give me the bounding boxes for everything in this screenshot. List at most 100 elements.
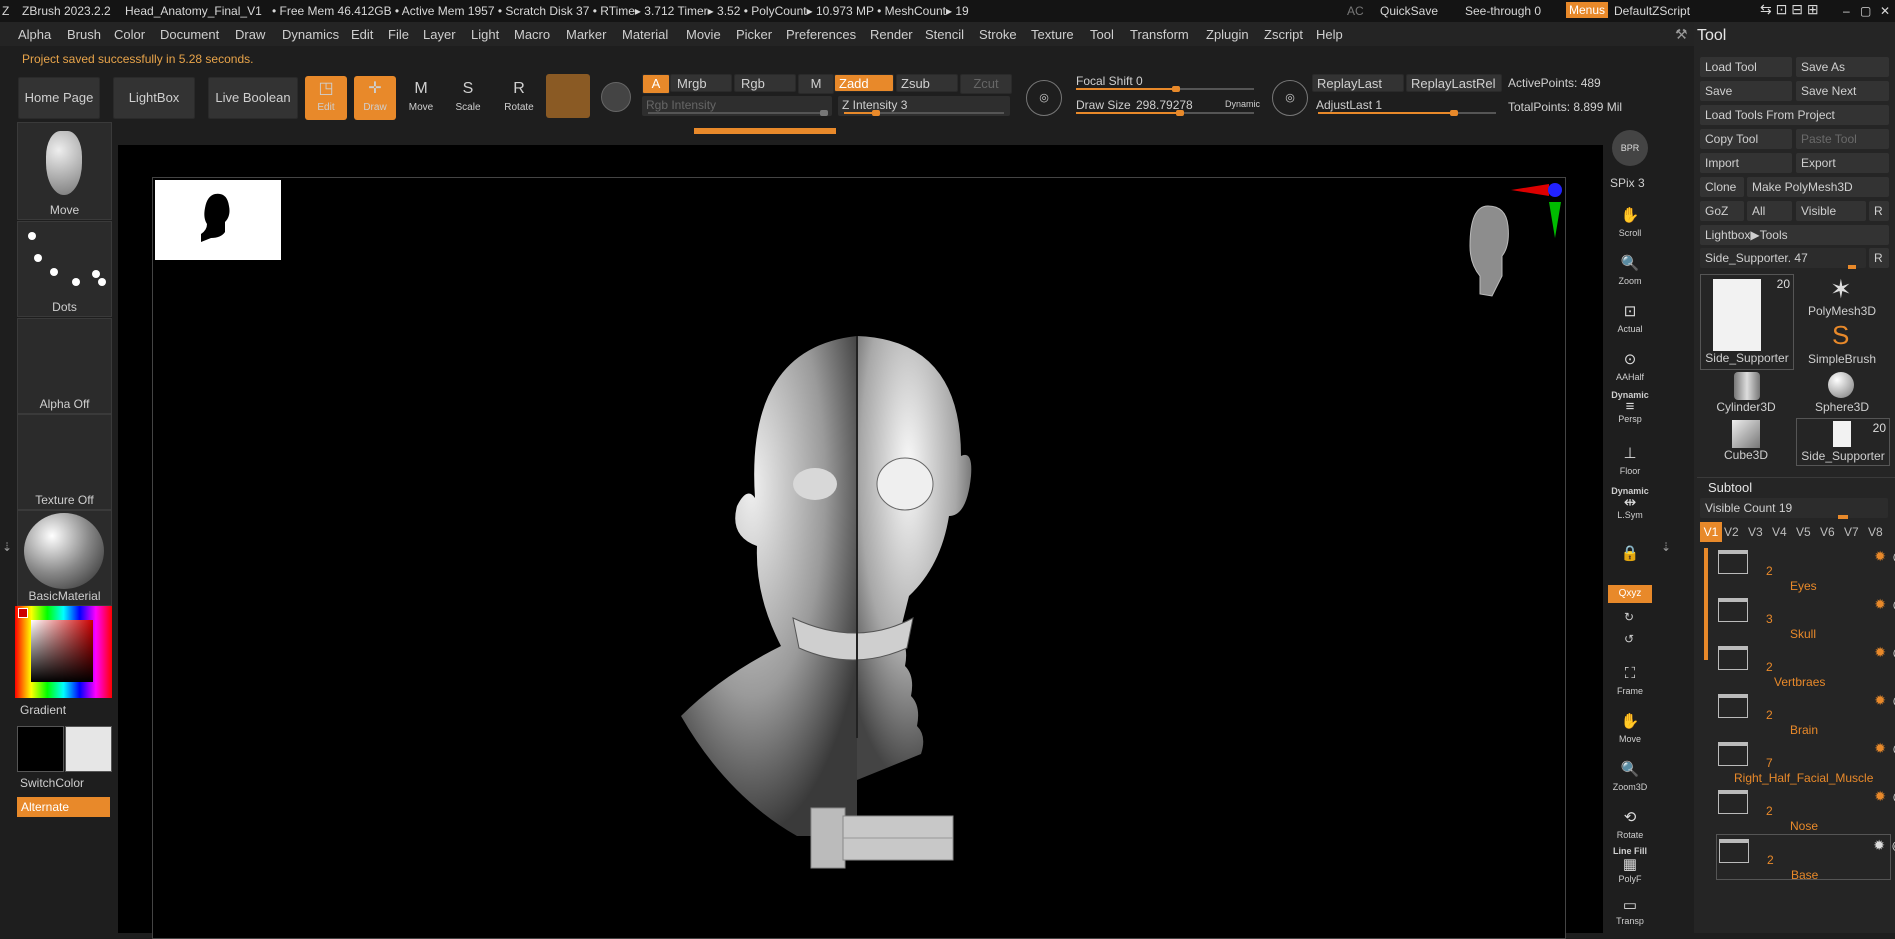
tool-thumb-side-supporter-2[interactable]: 20 Side_Supporter [1796, 418, 1890, 466]
goz-r-button[interactable]: R [1869, 201, 1889, 221]
zadd-button[interactable]: Zadd [834, 74, 894, 92]
load-tool-button[interactable]: Load Tool [1700, 57, 1792, 77]
z-intensity-slider[interactable]: Z Intensity 3 [838, 96, 1010, 116]
adjust-last-slider[interactable]: AdjustLast 1 [1312, 96, 1502, 116]
clone-button[interactable]: Clone [1700, 177, 1744, 197]
lock-button[interactable]: 🔒 [1608, 542, 1652, 584]
color-picker[interactable] [15, 606, 112, 698]
menu-picker[interactable]: Picker [736, 27, 772, 42]
tool-thumb-cylinder3d[interactable]: Cylinder3D [1700, 370, 1792, 416]
menu-tool[interactable]: Tool [1090, 27, 1114, 42]
frame-button[interactable]: ⛶ Frame [1608, 662, 1652, 704]
current-tool-slider[interactable]: Side_Supporter. 47 [1700, 248, 1866, 268]
menu-help[interactable]: Help [1316, 27, 1343, 42]
spix-slider[interactable]: SPix 3 [1610, 176, 1645, 190]
brush-thumbnail[interactable] [546, 74, 590, 118]
zcut-button[interactable]: Zcut [960, 74, 1012, 94]
rotate-view-button[interactable]: ⟲ Rotate [1608, 806, 1652, 848]
version-tab-v7[interactable]: V7 [1844, 525, 1859, 539]
tool-thumb-simplebrush[interactable]: S SimpleBrush [1796, 320, 1888, 368]
secondary-color-swatch[interactable] [65, 726, 112, 772]
rgb-button[interactable]: Rgb [734, 74, 796, 92]
export-button[interactable]: Export [1796, 153, 1889, 173]
version-tab-v2[interactable]: V2 [1724, 525, 1739, 539]
rotate-z-icon[interactable]: ↺ [1624, 632, 1634, 646]
version-tab-v1[interactable]: V1 [1700, 522, 1722, 542]
switch-color-button[interactable]: SwitchColor [20, 776, 84, 790]
gear-icon[interactable]: ✹ [1874, 740, 1886, 757]
tool-r-button[interactable]: R [1869, 248, 1889, 268]
m-button[interactable]: M [798, 74, 834, 94]
menu-brush[interactable]: Brush [67, 27, 101, 42]
subtool-scrollbar[interactable] [1704, 548, 1708, 660]
goz-visible-button[interactable]: Visible [1796, 201, 1866, 221]
stroke-s-icon[interactable]: ◎ [1026, 80, 1062, 116]
right-collapse-icon[interactable]: ⇣ [1661, 540, 1671, 554]
version-tab-v8[interactable]: V8 [1868, 525, 1883, 539]
subtool-nose[interactable]: 2 Nose ✹ ◉ [1716, 786, 1895, 833]
version-tab-v3[interactable]: V3 [1748, 525, 1763, 539]
navigator-thumbnail[interactable] [155, 180, 281, 260]
draw-size-slider[interactable]: Draw Size 298.79278 Dynamic [1070, 96, 1260, 116]
document-canvas[interactable] [152, 177, 1566, 939]
import-button[interactable]: Import [1700, 153, 1792, 173]
menu-dynamics[interactable]: Dynamics [282, 27, 339, 42]
goz-all-button[interactable]: All [1747, 201, 1792, 221]
menu-zplugin[interactable]: Zplugin [1206, 27, 1249, 42]
subtool-right-half-facial-muscle[interactable]: 7 Right_Half_Facial_Muscle ✹ ◉ [1716, 738, 1895, 785]
draw-mode-button[interactable]: ✛ Draw [354, 76, 396, 120]
replay-last-rel-button[interactable]: ReplayLastRel [1406, 74, 1502, 92]
move-mode-button[interactable]: M Move [400, 76, 442, 120]
menu-zscript[interactable]: Zscript [1264, 27, 1303, 42]
load-tools-from-project-button[interactable]: Load Tools From Project [1700, 105, 1889, 125]
anatomy-head-model[interactable] [673, 318, 1043, 878]
maximize-icon[interactable]: ▢ [1860, 4, 1871, 18]
rgb-intensity-slider[interactable]: Rgb Intensity [642, 96, 832, 116]
default-zscript-button[interactable]: DefaultZScript [1614, 4, 1690, 18]
version-tab-v5[interactable]: V5 [1796, 525, 1811, 539]
actual-button[interactable]: ⊡ Actual [1608, 300, 1652, 342]
rotate-y-icon[interactable]: ↻ [1624, 610, 1634, 624]
floor-button[interactable]: ⊥ Floor [1608, 442, 1652, 484]
paste-tool-button[interactable]: Paste Tool [1796, 129, 1889, 149]
subtool-eyes[interactable]: 2 Eyes ✹ ◉ [1716, 546, 1895, 593]
save-next-button[interactable]: Save Next [1796, 81, 1889, 101]
move-view-button[interactable]: ✋ Move [1608, 710, 1652, 752]
menu-stencil[interactable]: Stencil [925, 27, 964, 42]
minimize-icon[interactable]: – [1843, 4, 1850, 18]
alternate-button[interactable]: Alternate [17, 797, 110, 817]
version-tab-v4[interactable]: V4 [1772, 525, 1787, 539]
edit-mode-button[interactable]: ◳ Edit [305, 76, 347, 120]
menu-movie[interactable]: Movie [686, 27, 721, 42]
rotate-mode-button[interactable]: R Rotate [498, 76, 540, 120]
menu-macro[interactable]: Macro [514, 27, 550, 42]
menu-color[interactable]: Color [114, 27, 145, 42]
lightbox-tools-button[interactable]: Lightbox▶Tools [1700, 225, 1889, 245]
stroke-d-icon[interactable]: ◎ [1272, 80, 1308, 116]
subtool-skull[interactable]: 3 Skull ✹ ◉ [1716, 594, 1895, 641]
zsub-button[interactable]: Zsub [896, 74, 958, 92]
subtool-brain[interactable]: 2 Brain ✹ ◉ [1716, 690, 1895, 737]
menu-transform[interactable]: Transform [1130, 27, 1189, 42]
gear-icon[interactable]: ✹ [1874, 644, 1886, 661]
make-polymesh3d-button[interactable]: Make PolyMesh3D [1747, 177, 1889, 197]
menus-toggle[interactable]: Menus [1566, 2, 1609, 18]
menu-stroke[interactable]: Stroke [979, 27, 1017, 42]
menu-alpha[interactable]: Alpha [18, 27, 51, 42]
close-icon[interactable]: ✕ [1880, 4, 1890, 18]
live-boolean-button[interactable]: Live Boolean [208, 77, 298, 119]
replay-last-button[interactable]: ReplayLast [1312, 74, 1404, 92]
menu-marker[interactable]: Marker [566, 27, 606, 42]
dynamic-toggle[interactable]: Dynamic [1225, 99, 1260, 109]
color-square[interactable] [31, 620, 93, 682]
menu-preferences[interactable]: Preferences [786, 27, 856, 42]
menu-layer[interactable]: Layer [423, 27, 456, 42]
gear-icon[interactable]: ✹ [1874, 596, 1886, 613]
scroll-button[interactable]: ✋ Scroll [1608, 204, 1652, 246]
menu-texture[interactable]: Texture [1031, 27, 1074, 42]
stroke-dots-thumb[interactable]: Dots [17, 221, 112, 317]
aahalf-button[interactable]: ⊙ AAHalf [1608, 348, 1652, 390]
axis-gizmo-icon[interactable] [1509, 180, 1563, 242]
quicksave-button[interactable]: QuickSave [1380, 4, 1438, 18]
tool-thumb-sphere3d[interactable]: Sphere3D [1796, 370, 1888, 416]
